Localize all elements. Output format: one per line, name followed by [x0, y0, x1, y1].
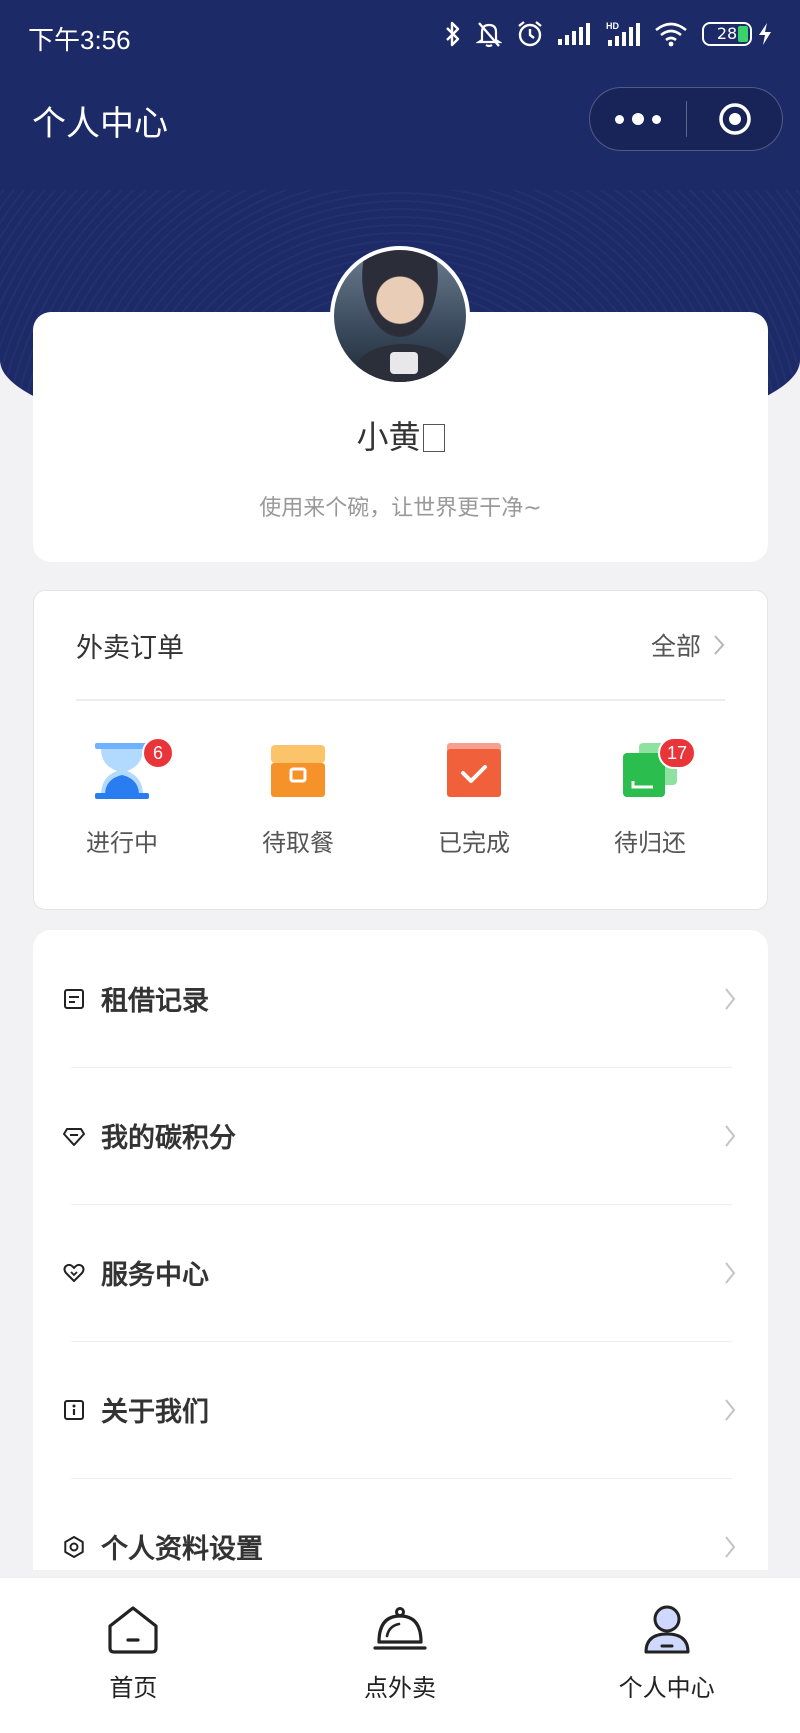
order-status-grid: 6 进行中 待取餐 已完成 17 待归还: [34, 737, 767, 858]
menu-item-label: 租借记录: [101, 986, 209, 1017]
avatar[interactable]: [330, 246, 470, 386]
username-text: 小黄: [356, 418, 421, 456]
menu-item-label: 服务中心: [101, 1260, 209, 1291]
more-button[interactable]: [590, 88, 686, 150]
orders-title: 外卖订单: [76, 632, 184, 664]
more-dot: [632, 113, 644, 125]
info-icon: [64, 1399, 84, 1420]
svg-text:HD: HD: [606, 21, 619, 31]
menu-item-rental-records[interactable]: 租借记录: [33, 930, 768, 1067]
battery-level: 28: [716, 24, 738, 43]
settings-icon: [64, 1535, 84, 1558]
chevron-right-icon: [725, 1261, 736, 1284]
chevron-right-icon: [725, 987, 736, 1010]
bluetooth-icon: [446, 21, 460, 47]
menu-card: 租借记录 我的碳积分 服务中心 关于我们 个人资料设置: [33, 930, 768, 1570]
tab-label: 个人中心: [618, 1674, 715, 1702]
order-status-in-progress[interactable]: 6 进行中: [34, 737, 210, 858]
order-status-label: 进行中: [86, 829, 158, 857]
wifi-icon: [655, 22, 687, 47]
food-cloche-icon: [373, 1607, 427, 1650]
battery-body: 28: [702, 22, 752, 46]
menu-item-about-us[interactable]: 关于我们: [33, 1341, 768, 1478]
signal-icon: [558, 23, 590, 45]
home-icon: [108, 1606, 158, 1654]
orders-all-label: 全部: [650, 632, 701, 661]
order-status-completed[interactable]: 已完成: [386, 741, 562, 858]
profile-motto: 使用来个碗，让世界更干净~: [259, 496, 542, 521]
status-time: 下午3:56: [28, 25, 131, 55]
signal-hd-icon: HD: [606, 21, 640, 46]
chevron-right-icon: [714, 635, 725, 655]
box-icon: [267, 741, 329, 801]
miniprogram-capsule: [589, 87, 783, 151]
diamond-icon: [63, 1127, 85, 1146]
battery-indicator: 28: [702, 22, 772, 46]
order-status-to-return[interactable]: 17 待归还: [562, 737, 738, 858]
order-status-label: 待归还: [614, 829, 686, 857]
more-dot: [615, 114, 624, 124]
page-title: 个人中心: [32, 104, 168, 144]
alarm-icon: [518, 21, 542, 47]
chevron-right-icon: [725, 1535, 736, 1558]
battery-fill: [738, 26, 748, 42]
status-bar: 下午3:56 HD 28: [0, 0, 800, 72]
status-icons: HD 28: [444, 20, 772, 48]
avatar-collar: [390, 352, 418, 374]
missing-glyph: [422, 424, 445, 452]
user-icon: [644, 1605, 690, 1654]
more-dot: [652, 114, 661, 124]
bottom-tab-bar: 首页 点外卖 个人中心: [0, 1577, 800, 1733]
menu-item-label: 个人资料设置: [101, 1534, 263, 1565]
menu-item-carbon-points[interactable]: 我的碳积分: [33, 1067, 768, 1204]
badge-count: 17: [658, 737, 697, 769]
badge-count: 6: [142, 737, 174, 769]
chevron-right-icon: [725, 1398, 736, 1421]
menu-item-label: 我的碳积分: [101, 1123, 236, 1154]
tab-order-food[interactable]: 点外卖: [267, 1578, 534, 1733]
order-status-pickup[interactable]: 待取餐: [210, 741, 386, 858]
chevron-right-icon: [725, 1124, 736, 1147]
doc-list-icon: [64, 988, 84, 1009]
username: 小黄: [33, 412, 768, 458]
orders-all-link[interactable]: 全部: [651, 627, 725, 663]
order-status-label: 待取餐: [262, 829, 334, 857]
heart-icon: [63, 1263, 85, 1282]
tab-label: 首页: [109, 1674, 158, 1702]
menu-item-label: 关于我们: [101, 1397, 209, 1428]
target-close-icon: [718, 103, 751, 135]
tab-profile[interactable]: 个人中心: [533, 1578, 800, 1733]
check-bag-icon: [443, 741, 505, 801]
tab-home[interactable]: 首页: [0, 1578, 267, 1733]
mute-bell-icon: [476, 22, 502, 48]
orders-card: 外卖订单 全部 6 进行中 待取餐 已完成 17 待归还: [33, 590, 768, 910]
menu-item-service-center[interactable]: 服务中心: [33, 1204, 768, 1341]
tab-label: 点外卖: [364, 1674, 436, 1702]
charging-icon: [759, 23, 771, 45]
close-miniprogram-button[interactable]: [687, 88, 782, 150]
order-status-label: 已完成: [438, 829, 510, 857]
orders-header: 外卖订单 全部: [76, 591, 725, 701]
